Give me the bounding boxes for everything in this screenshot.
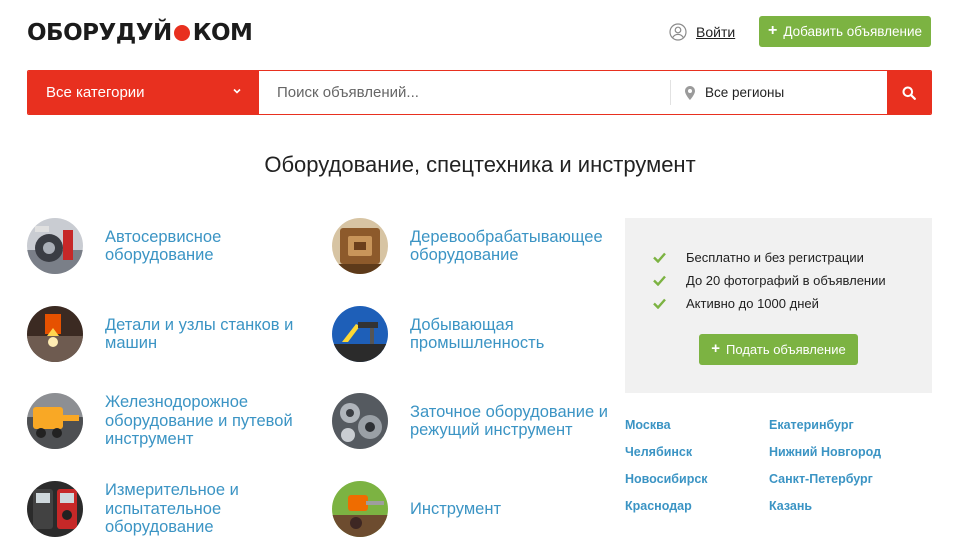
category-item-tools[interactable]: Инструмент	[332, 481, 580, 537]
category-dropdown[interactable]: Все категории	[28, 71, 259, 114]
feature-item: Активно до 1000 дней	[653, 292, 886, 315]
city-link-krasnodar[interactable]: Краснодар	[625, 499, 692, 513]
city-link-saint-petersburg[interactable]: Санкт-Петербург	[769, 472, 873, 486]
sharpening-thumbnail	[332, 393, 388, 449]
railway-thumbnail	[27, 393, 83, 449]
category-item-sharpening[interactable]: Заточное оборудование и режущий инструме…	[332, 393, 620, 449]
machine-parts-thumbnail	[27, 306, 83, 362]
category-name: Измерительное и испытательное оборудован…	[105, 481, 239, 537]
woodworking-thumbnail	[332, 218, 388, 274]
category-item-mining[interactable]: Добывающая промышленность	[332, 306, 590, 362]
logo-text-left: ОБОРУДУЙ	[27, 20, 172, 46]
category-name: Деревообрабатывающее оборудование	[410, 227, 603, 265]
check-icon	[653, 298, 666, 309]
category-item-railway[interactable]: Железнодорожное оборудование и путевой и…	[27, 393, 305, 449]
add-ad-label: Добавить объявление	[783, 24, 923, 39]
category-name: Добывающая промышленность	[410, 315, 545, 353]
category-item-woodworking[interactable]: Деревообрабатывающее оборудование	[332, 218, 620, 274]
category-name: Заточное оборудование и режущий инструме…	[410, 402, 608, 440]
add-ad-button[interactable]: + Добавить объявление	[759, 16, 931, 47]
post-ad-label: Подать объявление	[726, 342, 846, 357]
promo-box: Бесплатно и без регистрации До 20 фотогр…	[625, 218, 932, 393]
post-ad-button[interactable]: + Подать объявление	[699, 334, 858, 365]
category-name: Автосервисное оборудование	[105, 227, 222, 265]
city-link-nizhny-novgorod[interactable]: Нижний Новгород	[769, 445, 881, 459]
logo-dot-icon	[173, 25, 190, 41]
category-name: Инструмент	[410, 499, 502, 518]
search-button[interactable]	[887, 71, 931, 114]
search-input[interactable]	[260, 71, 670, 114]
check-icon	[653, 275, 666, 286]
autoservice-thumbnail	[27, 218, 83, 274]
city-link-ekaterinburg[interactable]: Екатеринбург	[769, 418, 854, 432]
login-link[interactable]: Войти	[669, 22, 735, 42]
feature-list: Бесплатно и без регистрации До 20 фотогр…	[653, 246, 886, 315]
city-link-kazan[interactable]: Казань	[769, 499, 812, 513]
plus-icon: +	[711, 340, 721, 357]
category-name: Детали и узлы станков и машин	[105, 315, 294, 353]
search-icon	[902, 86, 916, 100]
search-bar: Все категории Все регионы	[27, 70, 932, 115]
feature-item: Бесплатно и без регистрации	[653, 246, 886, 269]
measuring-thumbnail	[27, 481, 83, 537]
category-item-measuring[interactable]: Измерительное и испытательное оборудован…	[27, 481, 275, 537]
category-item-autoservice[interactable]: Автосервисное оборудование	[27, 218, 275, 274]
city-link-chelyabinsk[interactable]: Челябинск	[625, 445, 692, 459]
feature-text: До 20 фотографий в объявлении	[686, 273, 886, 288]
plus-icon: +	[767, 21, 778, 39]
tools-thumbnail	[332, 481, 388, 537]
chevron-down-icon	[233, 88, 241, 94]
city-link-novosibirsk[interactable]: Новосибирск	[625, 472, 708, 486]
logo-text-right: КОМ	[192, 20, 253, 46]
page-title: Оборудование, спецтехника и инструмент	[264, 152, 696, 177]
map-pin-icon	[685, 85, 695, 100]
city-link-moscow[interactable]: Москва	[625, 418, 671, 432]
category-dropdown-label: Все категории	[46, 84, 145, 101]
user-icon	[669, 23, 687, 41]
login-label: Войти	[696, 24, 736, 40]
feature-text: Активно до 1000 дней	[686, 296, 819, 311]
category-name: Железнодорожное оборудование и путевой и…	[105, 393, 293, 449]
category-item-machine-parts[interactable]: Детали и узлы станков и машин	[27, 306, 305, 362]
check-icon	[653, 252, 666, 263]
site-logo[interactable]: ОБОРУДУЙ КОМ	[27, 19, 253, 47]
mining-thumbnail	[332, 306, 388, 362]
region-label: Все регионы	[705, 85, 785, 100]
feature-item: До 20 фотографий в объявлении	[653, 269, 886, 292]
region-selector[interactable]: Все регионы	[670, 80, 887, 105]
feature-text: Бесплатно и без регистрации	[686, 250, 864, 265]
